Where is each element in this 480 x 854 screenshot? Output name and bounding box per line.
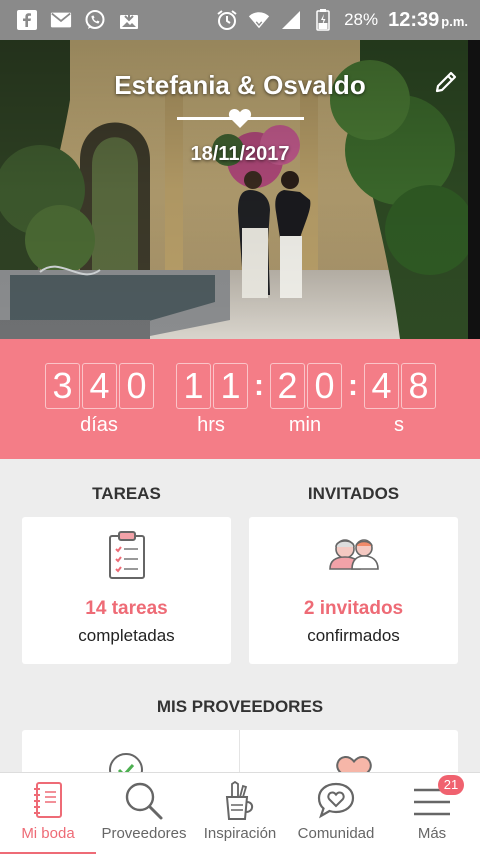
- bottom-navigation: Mi boda Proveedores Inspiración Comunida…: [0, 772, 480, 854]
- hours-digit-2: 1: [213, 363, 248, 409]
- minutes-digit-2: 0: [307, 363, 342, 409]
- heart-icon: [228, 108, 252, 128]
- battery-icon: [312, 9, 334, 31]
- signal-icon: [280, 9, 302, 31]
- couple-cover-photo[interactable]: Estefania & Osvaldo 18/11/2017: [0, 40, 480, 339]
- tareas-card[interactable]: 14 tareas completadas: [22, 517, 231, 664]
- search-icon: [125, 782, 163, 820]
- nav-label-comunidad: Comunidad: [297, 825, 375, 842]
- seconds-digit-2: 8: [401, 363, 436, 409]
- nav-item-comunidad[interactable]: Comunidad: [288, 773, 384, 854]
- invitados-heading: INVITADOS: [307, 484, 400, 503]
- nav-label-mas: Más: [417, 825, 447, 842]
- clock-ampm: p.m.: [441, 13, 468, 29]
- notification-badge: 21: [438, 775, 464, 795]
- days-label: días: [80, 414, 118, 436]
- seconds-digit-1: 4: [364, 363, 399, 409]
- app-screen: 28% 12:39 p.m. Estefania & Osvaldo 18/11…: [0, 0, 480, 854]
- nav-label-mi-boda: Mi boda: [21, 825, 75, 842]
- status-bar: 28% 12:39 p.m.: [0, 0, 480, 40]
- countdown-banner: 3 4 0 1 1 : 2 0 : 4 8 días hrs min s: [0, 339, 480, 459]
- notebook-icon: [34, 782, 62, 818]
- edit-button[interactable]: [430, 66, 462, 98]
- minutes-seconds-separator: :: [348, 369, 358, 402]
- nav-label-proveedores: Proveedores: [101, 825, 187, 842]
- minutes-digit-1: 2: [270, 363, 305, 409]
- pencil-icon: [435, 71, 457, 93]
- proveedores-heading: MIS PROVEEDORES: [156, 697, 324, 716]
- days-digit-2: 4: [82, 363, 117, 409]
- guests-icon: [328, 539, 379, 570]
- hours-minutes-separator: :: [254, 369, 264, 402]
- invitados-count: 2 invitados: [303, 598, 404, 619]
- hours-label: hrs: [197, 414, 225, 436]
- facebook-icon: [16, 9, 38, 31]
- whatsapp-icon: [84, 9, 106, 31]
- nav-item-mas[interactable]: Más: [384, 773, 480, 854]
- mail-icon: [50, 9, 72, 31]
- clipboard-checklist-icon: [108, 531, 145, 579]
- nav-item-mi-boda[interactable]: Mi boda: [0, 773, 96, 854]
- tareas-subtitle: completadas: [78, 626, 175, 645]
- tareas-count: 14 tareas: [85, 598, 168, 619]
- clock-time: 12:39: [388, 8, 440, 31]
- tareas-heading: TAREAS: [92, 484, 161, 503]
- clock: 12:39 p.m.: [388, 9, 468, 32]
- minutes-label: min: [288, 414, 322, 436]
- wedding-date: 18/11/2017: [190, 143, 290, 165]
- hours-digit-1: 1: [176, 363, 211, 409]
- chat-heart-icon: [317, 782, 355, 819]
- days-digit-1: 3: [45, 363, 80, 409]
- wifi-icon: [248, 9, 270, 31]
- alarm-icon: [216, 9, 238, 31]
- battery-percent: 28%: [344, 10, 379, 29]
- pencil-cup-icon: [225, 781, 254, 820]
- nav-label-inspiracion: Inspiración: [203, 825, 277, 842]
- gallery-download-icon: [118, 9, 140, 31]
- seconds-label: s: [394, 414, 404, 436]
- invitados-subtitle: confirmados: [307, 626, 400, 645]
- invitados-card[interactable]: 2 invitados confirmados: [249, 517, 458, 664]
- days-digit-3: 0: [119, 363, 154, 409]
- nav-item-inspiracion[interactable]: Inspiración: [192, 773, 288, 854]
- couple-names: Estefania & Osvaldo: [114, 70, 366, 100]
- nav-item-proveedores[interactable]: Proveedores: [96, 773, 192, 854]
